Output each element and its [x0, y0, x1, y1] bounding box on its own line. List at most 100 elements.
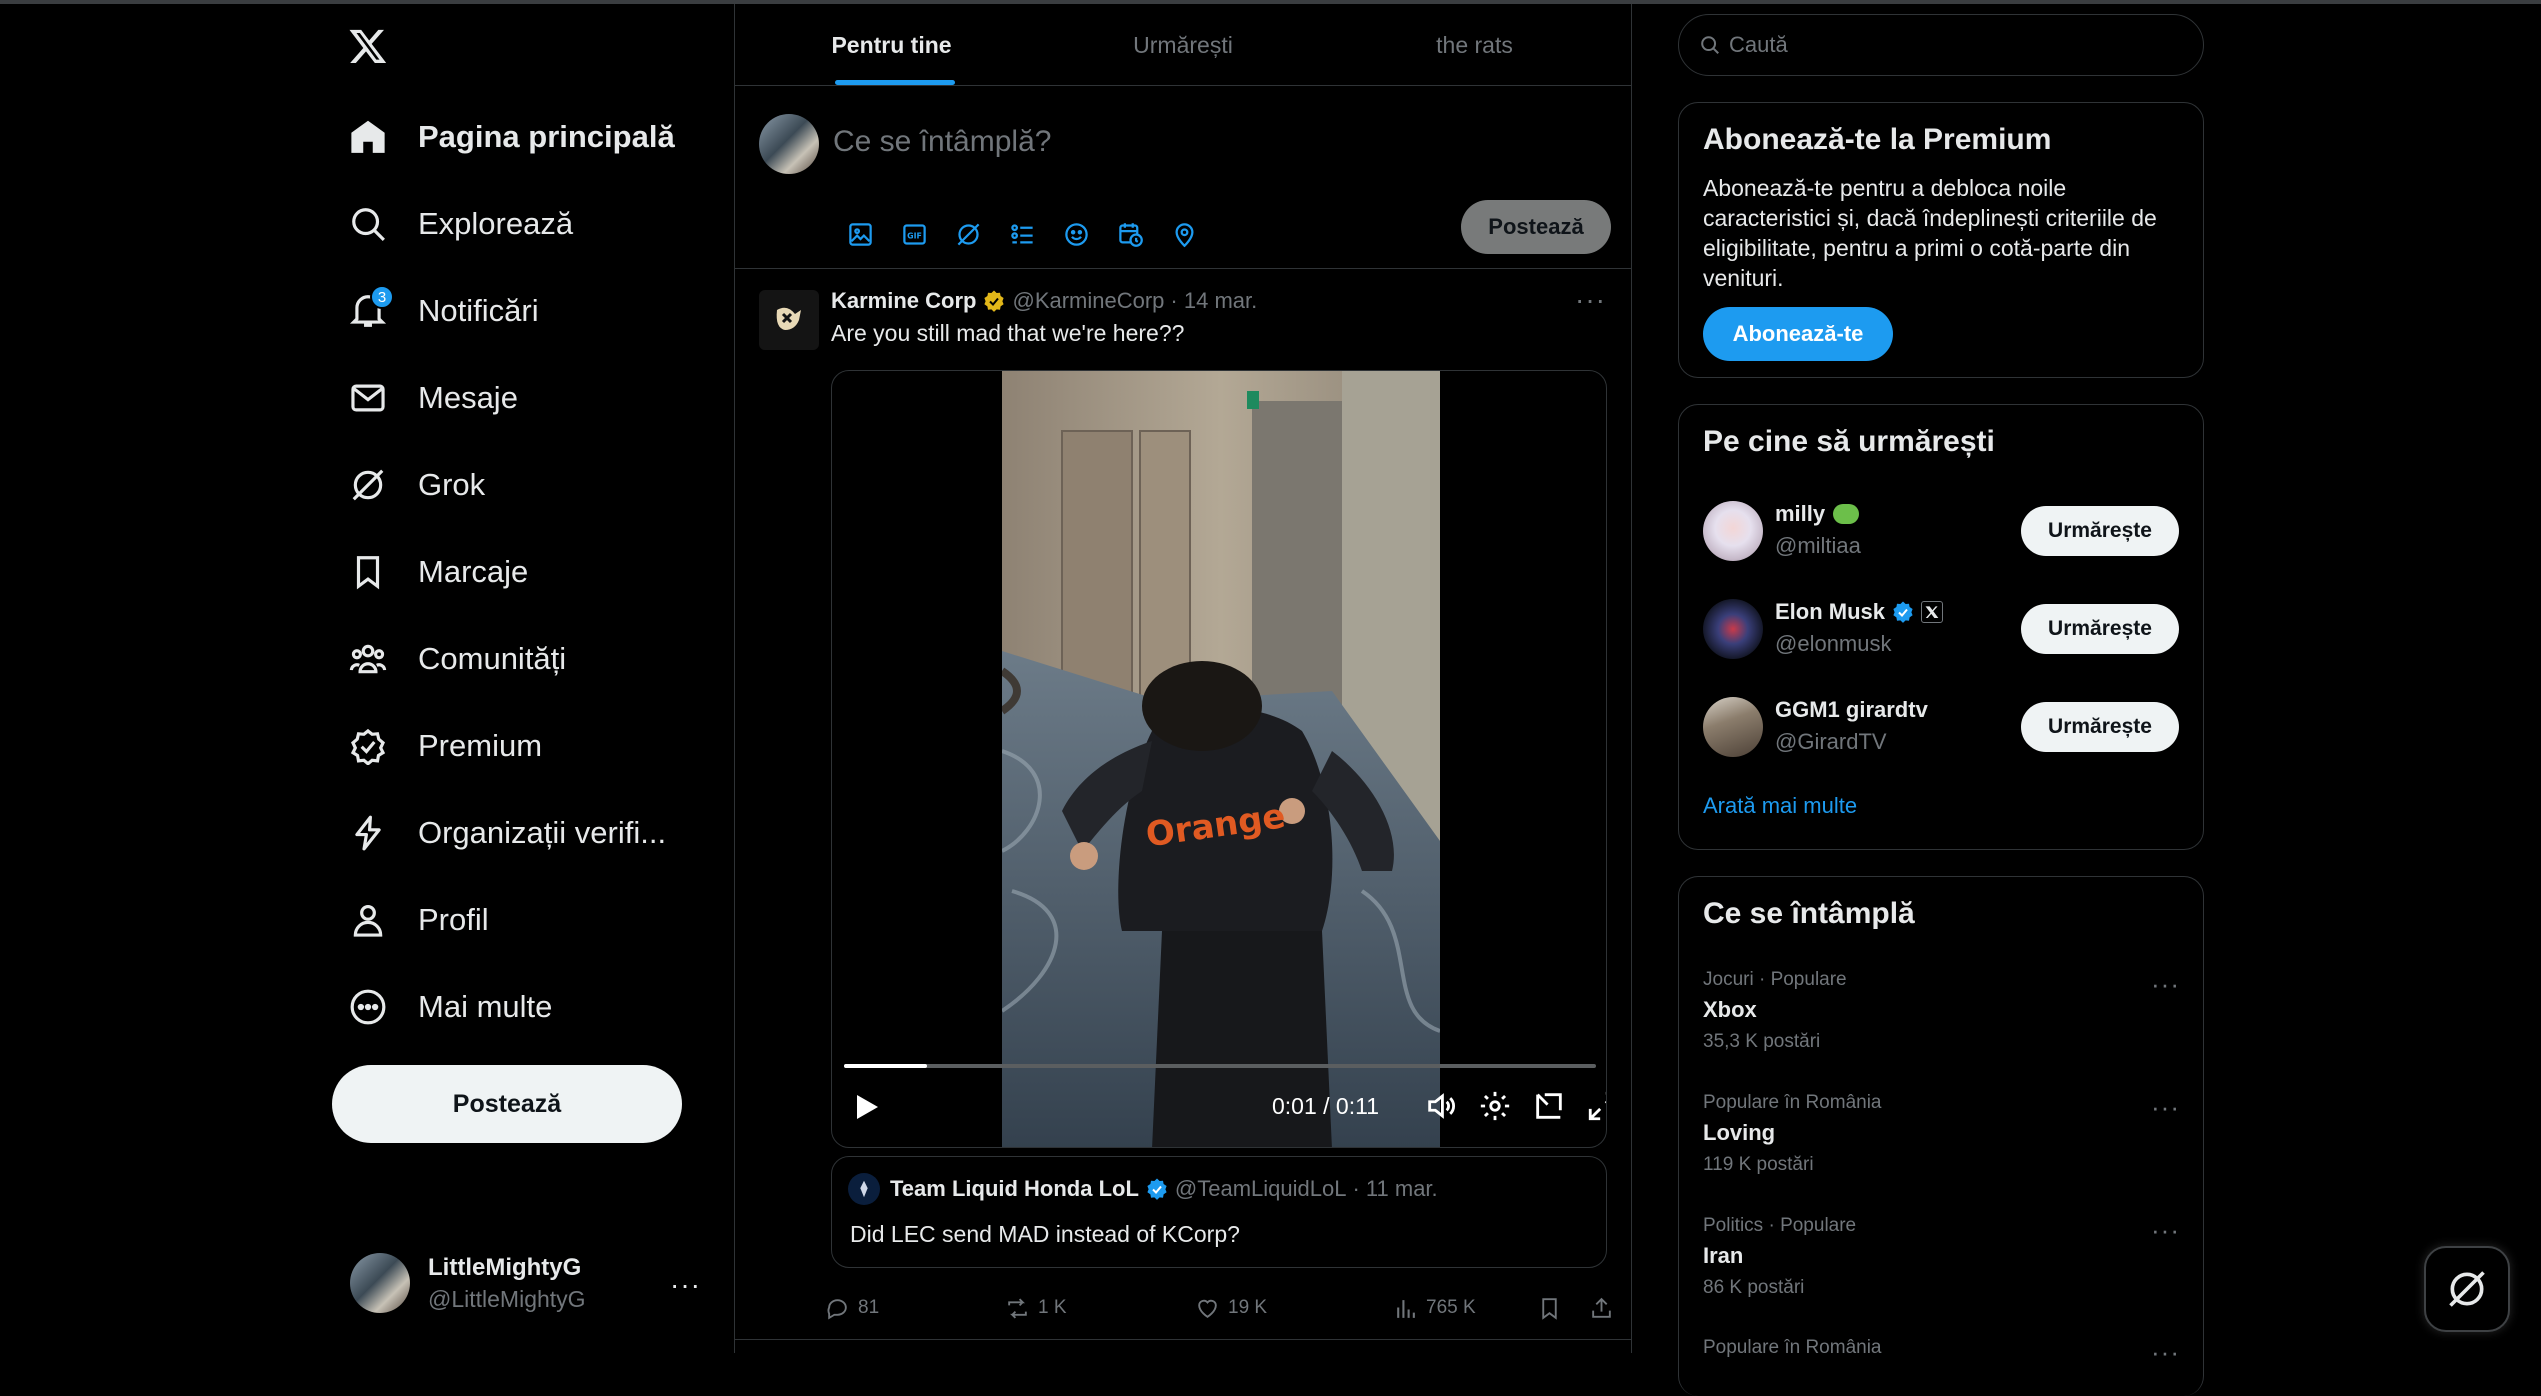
nav-item-verified-orgs[interactable]: Organizații verifi... — [348, 803, 666, 863]
nav-item-notifications[interactable]: 3 Notificări — [348, 281, 539, 341]
nav-item-grok[interactable]: Grok — [348, 455, 485, 515]
nav-label: Comunități — [418, 641, 567, 676]
trend-meta: Politics · Populare — [1703, 1215, 1857, 1236]
nav-label: Notificări — [418, 293, 539, 328]
premium-card: Abonează-te la Premium Abonează-te pentr… — [1678, 102, 2204, 378]
right-sidebar: Caută Abonează-te la Premium Abonează-te… — [1678, 4, 2204, 1396]
quoted-date: · 11 mar. — [1352, 1176, 1438, 1201]
avatar — [350, 1253, 410, 1313]
like-count: 19 K — [1228, 1297, 1268, 1318]
trend-meta: Populare în România — [1703, 1337, 1882, 1358]
grok-icon[interactable] — [941, 207, 995, 261]
tweet[interactable]: Karmine Corp @KarmineCorp · 14 mar. ··· … — [735, 270, 1631, 1340]
tweet-text: Are you still mad that we're here?? — [831, 320, 1185, 346]
video-player[interactable]: Orange 0:01 / 0:11 — [831, 370, 1607, 1148]
tweet-author-handle[interactable]: @KarmineCorp — [1012, 288, 1164, 314]
bell-icon: 3 — [348, 285, 394, 331]
tweet-date[interactable]: · 14 mar. — [1170, 288, 1257, 314]
nav-label: Organizații verifi... — [418, 815, 667, 850]
communities-icon — [348, 639, 388, 679]
reply-button[interactable]: 81 — [825, 1286, 879, 1330]
active-tab-indicator — [835, 80, 955, 85]
nav-item-explore[interactable]: Explorează — [348, 194, 573, 254]
tab-the-rats[interactable]: the rats — [1318, 4, 1631, 86]
trend-item[interactable]: Politics · Populare Iran 86 K postări ··… — [1703, 1215, 2181, 1299]
gif-icon[interactable]: GIF — [887, 207, 941, 261]
suggestion-handle: @elonmusk — [1775, 631, 1892, 656]
search-icon — [348, 204, 388, 244]
share-icon — [1592, 1297, 1611, 1318]
quoted-tweet-header: Team Liquid Honda LoL @TeamLiquidLoL · 1… — [848, 1173, 1438, 1205]
home-icon — [348, 117, 388, 157]
nav-item-more[interactable]: Mai multe — [348, 977, 552, 1037]
tab-for-you[interactable]: Pentru tine — [735, 4, 1048, 86]
image-icon[interactable] — [833, 207, 887, 261]
play-icon[interactable] — [848, 1089, 884, 1125]
poll-icon[interactable] — [995, 207, 1049, 261]
nav-item-communities[interactable]: Comunități — [348, 629, 566, 689]
nav-item-bookmarks[interactable]: Marcaje — [348, 542, 528, 602]
follow-button[interactable]: Urmărește — [2021, 702, 2179, 752]
suggestion-handle: @miltiaa — [1775, 533, 1861, 558]
karmine-corp-logo — [759, 290, 819, 350]
x-logo-icon[interactable] — [348, 26, 388, 66]
lightning-icon — [348, 813, 388, 853]
show-more-link[interactable]: Arată mai multe — [1703, 793, 1857, 819]
avatar — [759, 114, 819, 174]
video-progress-bar[interactable] — [844, 1064, 1596, 1068]
x-affiliate-badge-icon — [1921, 601, 1944, 623]
bookmark-button[interactable] — [1537, 1286, 1570, 1330]
nav-item-premium[interactable]: Premium — [348, 716, 542, 776]
quoted-tweet[interactable]: Team Liquid Honda LoL @TeamLiquidLoL · 1… — [831, 1156, 1607, 1268]
search-input[interactable]: Caută — [1678, 14, 2204, 76]
follow-button[interactable]: Urmărește — [2021, 604, 2179, 654]
timeline-tabs: Pentru tine Urmărești the rats — [735, 4, 1631, 86]
repost-button[interactable]: 1 K — [1005, 1286, 1067, 1330]
suggestion-name-text: GGM1 girardtv — [1775, 697, 1928, 722]
composer-input[interactable]: Ce se întâmplă? — [833, 125, 1051, 159]
location-icon[interactable] — [1157, 207, 1211, 261]
avatar — [1703, 599, 1763, 659]
views-button[interactable]: 765 K — [1393, 1286, 1476, 1330]
avatar — [1703, 697, 1763, 757]
schedule-icon[interactable] — [1103, 207, 1157, 261]
emoji-icon[interactable] — [1049, 207, 1103, 261]
more-dots-icon[interactable]: ··· — [2151, 1092, 2180, 1123]
account-handle: @LittleMightyG — [428, 1285, 586, 1312]
suggestion-name: Elon Musk — [1775, 599, 1944, 625]
like-button[interactable]: 19 K — [1195, 1286, 1267, 1330]
fullscreen-icon[interactable] — [1586, 1089, 1606, 1125]
account-switcher[interactable]: LittleMightyG @LittleMightyG ··· — [330, 1247, 710, 1319]
more-circle-icon — [348, 987, 388, 1027]
video-frame: Orange — [1002, 371, 1440, 1147]
trend-item[interactable]: Populare în România Loving 119 K postări… — [1703, 1092, 2181, 1176]
trend-name: Xbox — [1703, 997, 1757, 1022]
follow-suggestion[interactable]: GGM1 girardtv @GirardTV Urmărește — [1703, 687, 2181, 767]
post-button[interactable]: Postează — [332, 1065, 682, 1143]
follow-suggestion[interactable]: Elon Musk @elonmusk Urmărește — [1703, 589, 2181, 669]
nav-item-messages[interactable]: Mesaje — [348, 368, 518, 428]
composer-post-button[interactable]: Postează — [1461, 200, 1611, 254]
more-dots-icon[interactable]: ··· — [2151, 1215, 2180, 1246]
share-button[interactable] — [1589, 1286, 1622, 1330]
more-dots-icon[interactable]: ··· — [1575, 284, 1606, 316]
more-dots-icon[interactable]: ··· — [2151, 969, 2180, 1000]
trend-item[interactable]: Populare în România ··· — [1703, 1337, 2181, 1367]
grok-floating-button[interactable] — [2424, 1246, 2510, 1332]
follow-suggestion[interactable]: milly @miltiaa Urmărește — [1703, 491, 2181, 571]
settings-gear-icon[interactable] — [1478, 1089, 1514, 1125]
blue-verified-icon — [1893, 601, 1913, 623]
tweet-author-name[interactable]: Karmine Corp — [831, 288, 976, 314]
nav-item-home[interactable]: Pagina principală — [348, 107, 675, 167]
subscribe-button[interactable]: Abonează-te — [1703, 307, 1893, 361]
nav-label: Explorează — [418, 206, 574, 241]
trends-title: Ce se întâmplă — [1703, 897, 1915, 930]
picture-in-picture-icon[interactable] — [1532, 1089, 1568, 1125]
nav-item-profile[interactable]: Profil — [348, 890, 489, 950]
tab-following[interactable]: Urmărești — [1048, 4, 1318, 86]
trend-item[interactable]: Jocuri · Populare Xbox 35,3 K postări ··… — [1703, 969, 2181, 1053]
volume-icon[interactable] — [1424, 1089, 1460, 1125]
quoted-tweet-text: Did LEC send MAD instead of KCorp? — [850, 1221, 1240, 1247]
more-dots-icon[interactable]: ··· — [670, 1269, 701, 1301]
follow-button[interactable]: Urmărește — [2021, 506, 2179, 556]
